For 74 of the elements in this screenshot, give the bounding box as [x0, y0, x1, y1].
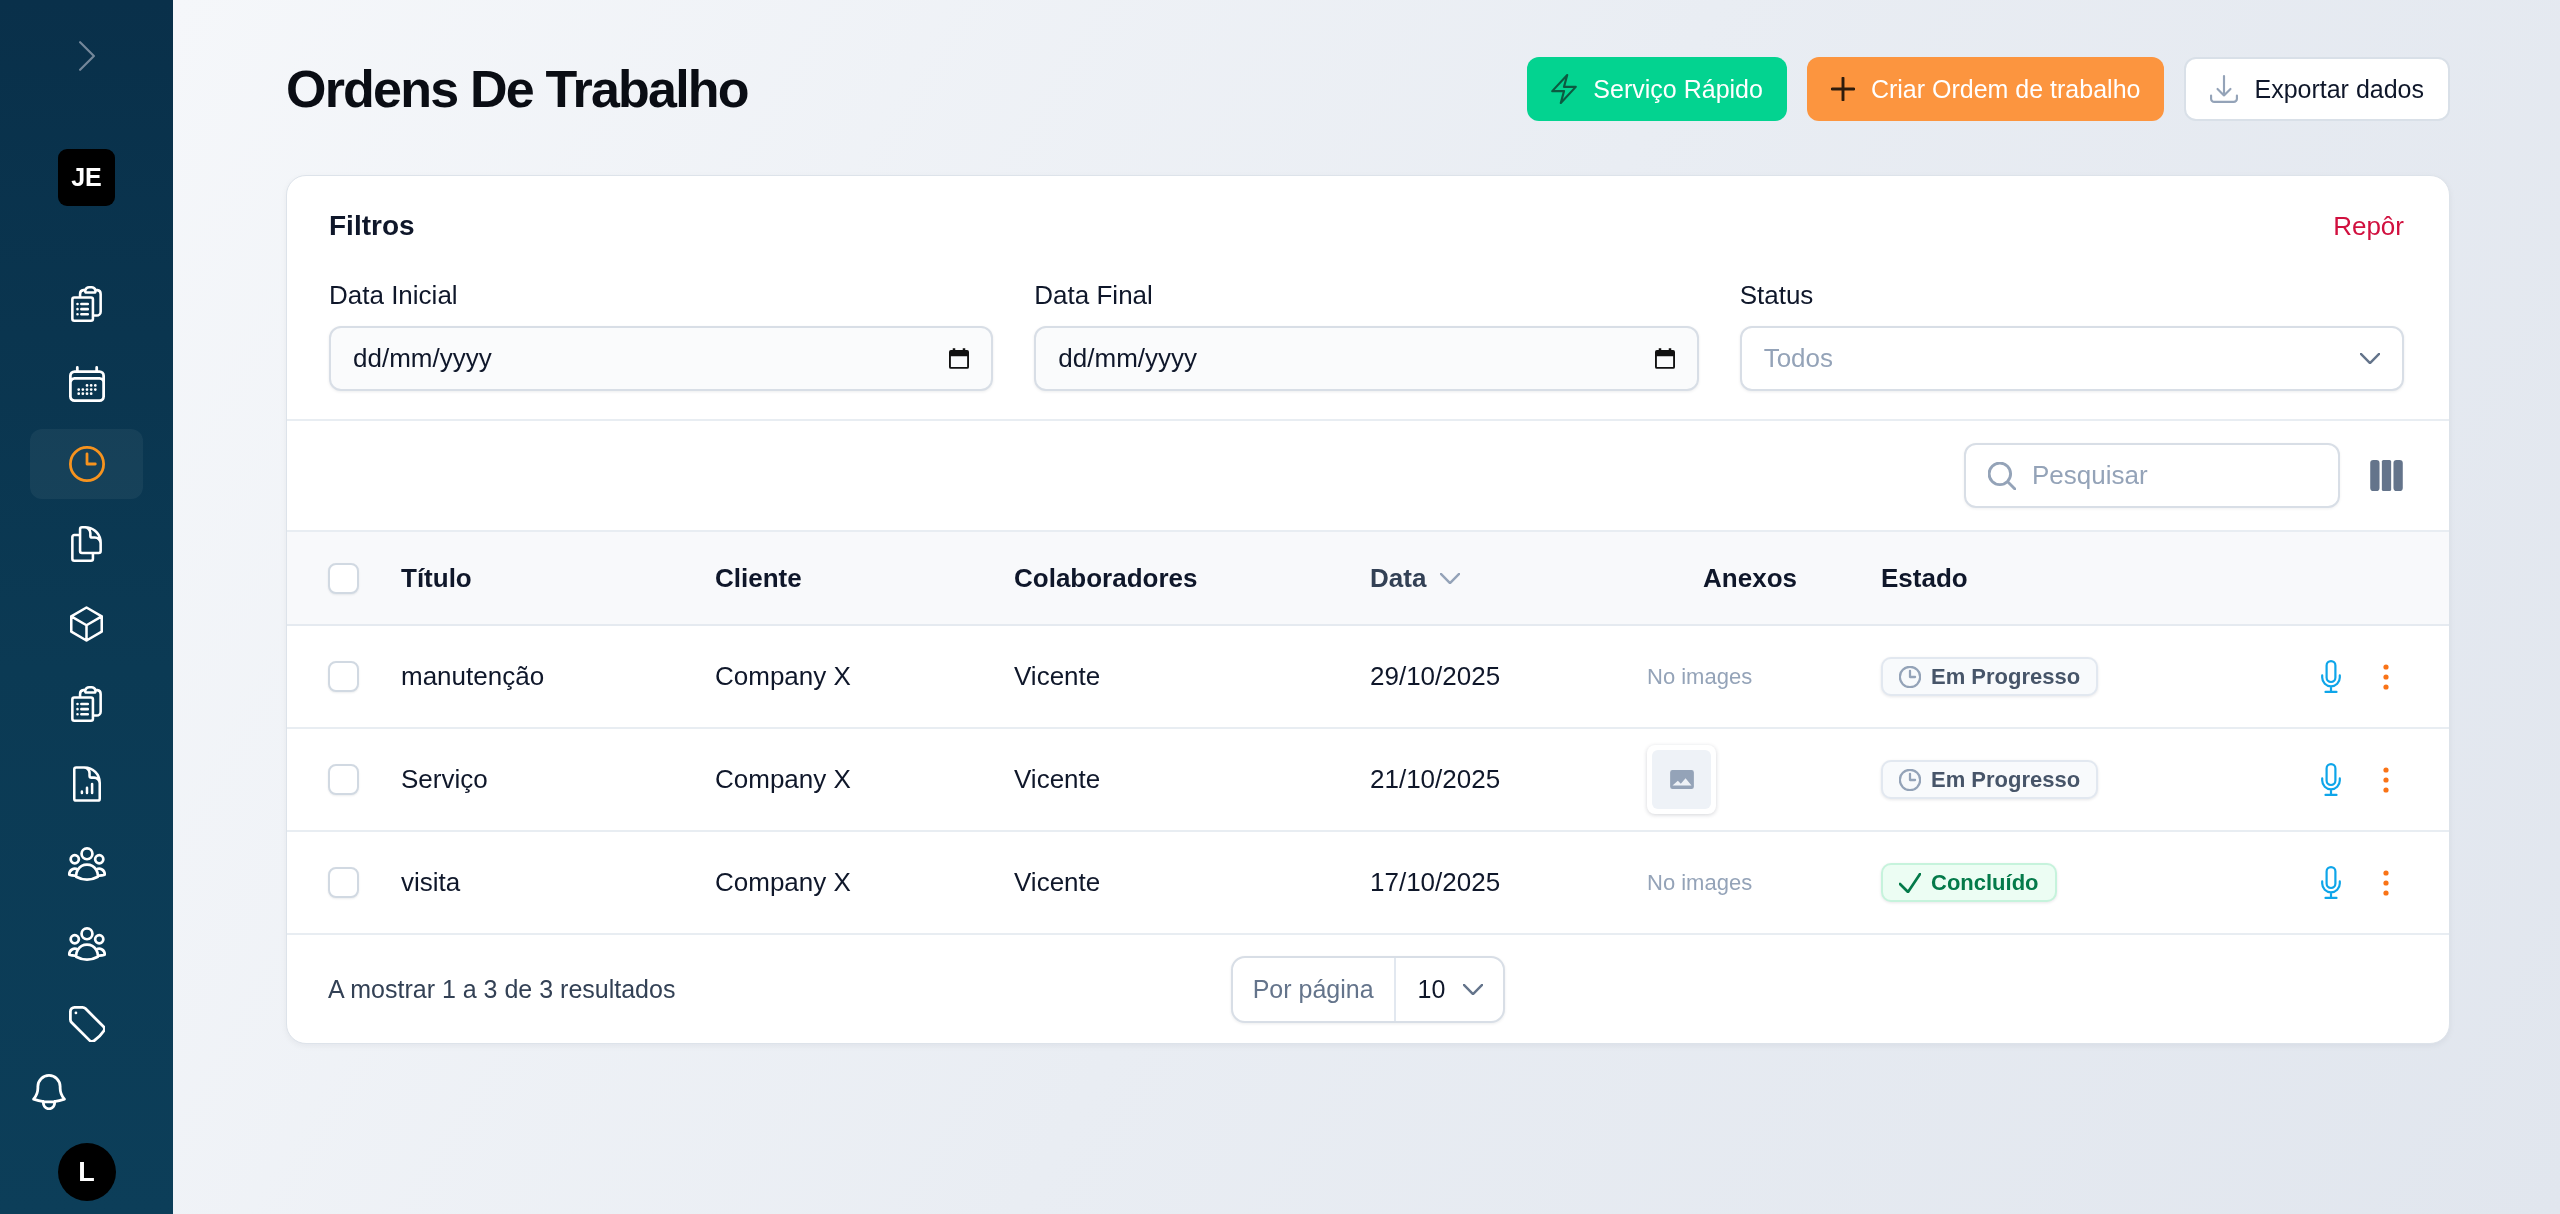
table-cell: Company X	[715, 867, 851, 898]
users-icon	[66, 847, 107, 881]
plus-icon	[1830, 77, 1855, 101]
clock-icon	[1899, 665, 1921, 688]
table-cell: 29/10/2025	[1370, 661, 1501, 692]
status-label: Em Progresso	[1931, 766, 2081, 793]
document-chart-icon	[72, 766, 101, 802]
table-cell: Vicente	[1014, 661, 1101, 692]
workspace-avatar[interactable]: JE	[58, 149, 115, 206]
status-label: Em Progresso	[1931, 663, 2081, 690]
field-label: Data Final	[1034, 279, 1153, 311]
chevron-down-icon	[2360, 353, 2380, 364]
chevron-right-icon[interactable]	[78, 41, 95, 71]
table-cell: manutenção	[401, 661, 545, 692]
chevron-down-icon	[1463, 983, 1484, 995]
vertical-dots-icon[interactable]	[2383, 766, 2389, 793]
vertical-dots-icon[interactable]	[2383, 663, 2389, 690]
photo-icon	[1669, 770, 1694, 789]
filters-title: Filtros	[329, 210, 415, 242]
column-header[interactable]: Título	[401, 562, 472, 594]
user-avatar[interactable]: L	[57, 1143, 116, 1201]
table-cell: No images	[1647, 869, 1753, 896]
check-icon	[1899, 872, 1921, 893]
table-cell: 21/10/2025	[1370, 764, 1501, 795]
results-summary: A mostrar 1 a 3 de 3 resultados	[328, 974, 676, 1004]
lightning-bolt-icon	[1551, 74, 1578, 104]
column-header[interactable]: Anexos	[1703, 562, 1797, 594]
microphone-icon[interactable]	[2321, 660, 2341, 693]
chevron-down-icon[interactable]	[1440, 572, 1461, 584]
documents-icon	[71, 526, 102, 562]
page-title: Ordens De Trabalho	[286, 58, 748, 120]
cube-icon	[70, 606, 103, 642]
table-cell: Serviço	[401, 764, 488, 795]
microphone-icon[interactable]	[2321, 866, 2341, 899]
column-header[interactable]: Cliente	[715, 562, 802, 594]
table-cell: visita	[401, 867, 461, 898]
clipboard-list-icon	[71, 286, 102, 322]
clock-icon	[68, 446, 105, 482]
clock-icon	[1899, 768, 1921, 791]
users-icon	[66, 927, 107, 961]
date-field[interactable]: dd/mm/yyyy	[1034, 326, 1699, 391]
download-icon	[2210, 75, 2239, 103]
field-label: Data Inicial	[329, 279, 458, 311]
status-label: Concluído	[1931, 869, 2039, 896]
search-icon	[1988, 461, 2016, 490]
table-cell: Company X	[715, 764, 851, 795]
date-field[interactable]: dd/mm/yyyy	[329, 326, 994, 391]
column-header[interactable]: Colaboradores	[1014, 562, 1198, 594]
per-page-select[interactable]: 10	[1395, 957, 1504, 1021]
checkbox[interactable]	[328, 867, 359, 898]
clipboard-list-icon	[71, 686, 102, 722]
vertical-dots-icon[interactable]	[2383, 869, 2389, 896]
table-cell: No images	[1647, 663, 1753, 690]
table-cell: 17/10/2025	[1370, 867, 1501, 898]
table-cell: Vicente	[1014, 867, 1101, 898]
tag-icon	[68, 1006, 105, 1042]
bell-icon[interactable]	[32, 1074, 66, 1110]
per-page-label: Por página	[1232, 957, 1396, 1021]
calendar-icon[interactable]	[1654, 348, 1675, 369]
column-header[interactable]: Estado	[1881, 562, 1968, 594]
columns-icon[interactable]	[2370, 460, 2403, 491]
column-header[interactable]: Data	[1370, 562, 1427, 594]
checkbox[interactable]	[328, 562, 359, 594]
checkbox[interactable]	[328, 661, 359, 692]
reset-link[interactable]: Repôr	[2333, 210, 2404, 242]
calendar-icon[interactable]	[949, 348, 970, 369]
field-label: Status	[1739, 279, 1814, 311]
calendar-icon	[68, 366, 105, 402]
checkbox[interactable]	[328, 764, 359, 795]
export-button[interactable]: Exportar dados	[2184, 57, 2450, 121]
image-thumbnail[interactable]	[1647, 745, 1716, 814]
table-cell: Vicente	[1014, 764, 1101, 795]
table-cell: Company X	[715, 661, 851, 692]
microphone-icon[interactable]	[2321, 763, 2341, 796]
